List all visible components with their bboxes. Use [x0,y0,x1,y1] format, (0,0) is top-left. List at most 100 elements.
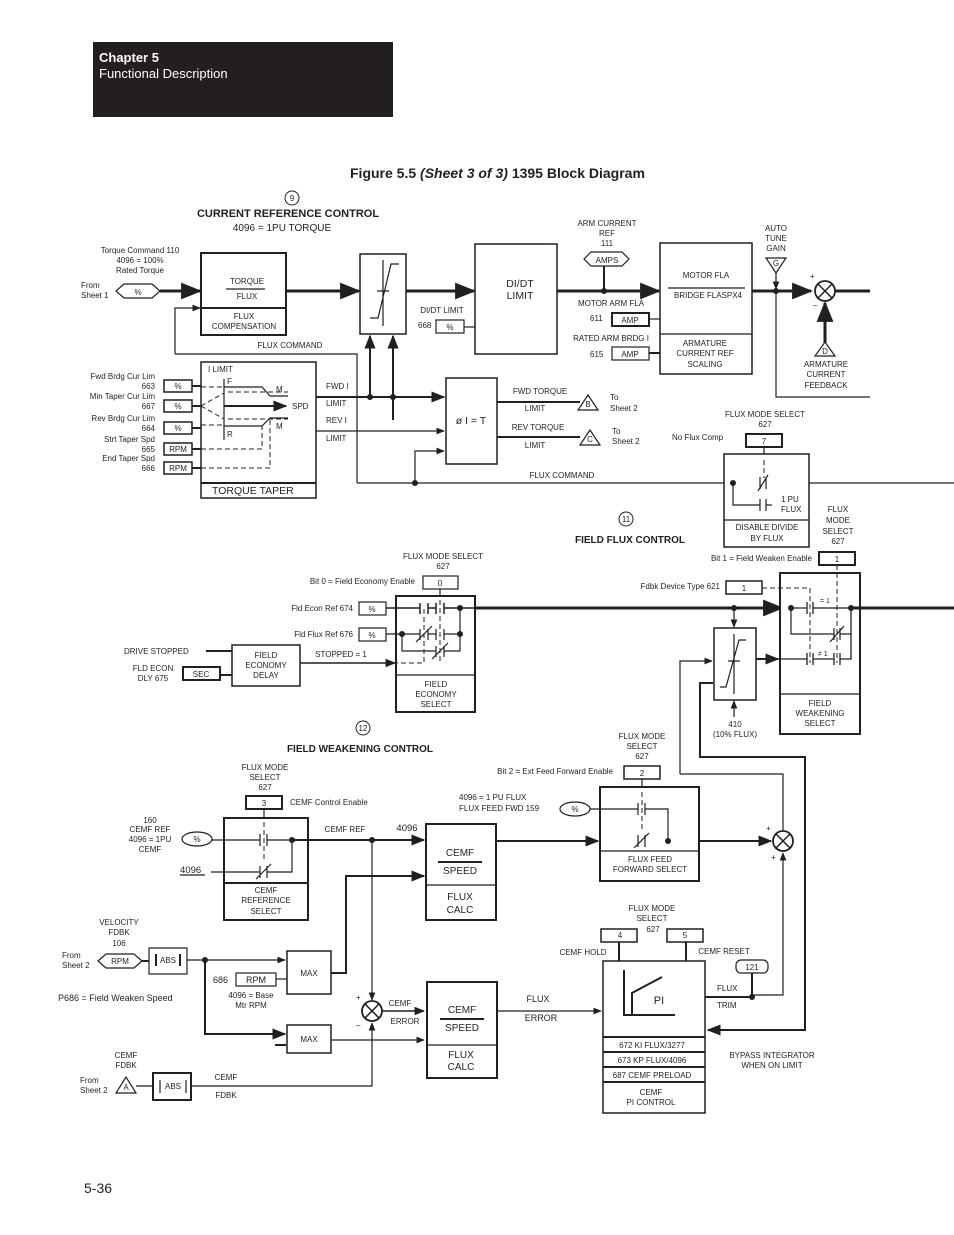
junction [390,394,396,400]
section-number: 11 [622,515,631,524]
sum-minus: – [356,1021,361,1030]
pi-select-param: 627 [646,925,660,934]
pi-param: 673 KP FLUX/4096 [618,1056,687,1065]
taper-input-param: 665 [142,445,156,454]
taper-input-unit: % [174,424,181,433]
taper-input-name: Rev Brdg Cur Lim [91,414,155,423]
flux-calc-label-3: FLUX [448,1050,474,1061]
junction [367,394,373,400]
field-weaken-speed-param: 686 [213,975,228,985]
fdbk-line-label: FDBK [215,1091,237,1100]
cemf-hold-label: CEMF HOLD [559,948,606,957]
scaling-label-3: SCALING [687,360,722,369]
flux-ff-scale: 4096 = 1 PU FLUX [459,793,527,802]
fld-econ-ref-unit: % [368,605,375,614]
cemf-ref-select-label-3: SELECT [250,907,281,916]
rev-i-label: REV I [326,416,347,425]
phi-i-t-label: ø I = T [456,415,487,427]
auto-tune-label-3: GAIN [766,244,786,253]
armature-feedback-label-1: ARMATURE [804,360,848,369]
flux-calc-label-1: FLUX [447,892,473,903]
abs-label: ABS [160,956,176,965]
eq1-label: = 1 [820,598,830,605]
velocity-fdbk-param: 106 [112,939,126,948]
pi-select-label-1: FLUX MODE [629,904,676,913]
rev-torque-label: REV TORQUE [512,423,565,432]
flux-mode-select-param: 627 [436,562,450,571]
bit4-value: 4 [618,931,623,940]
limit-param: 410 [728,720,742,729]
torque-command-rated: Rated Torque [116,266,164,275]
p686-note: P686 = Field Weaken Speed [58,993,173,1003]
fw-select-label-1: FLUX [828,505,849,514]
fdbk-device-type-label: Fdbk Device Type 621 [641,582,721,591]
flux-mode-select-param: 627 [758,420,772,429]
didt-param-number: 668 [418,321,432,330]
field-weaken-speed-unit: RPM [246,975,266,985]
base-rpm-label-2: Mtr RPM [235,1001,267,1010]
cemf-ref-label: CEMF REF [130,825,171,834]
cemf-fdbk-label-1: CEMF [115,1051,138,1060]
bit2-value: 2 [640,769,645,778]
flux-denominator: FLUX [237,292,258,301]
flux-error-label-1: FLUX [526,994,549,1004]
flux-command-label: FLUX COMMAND [258,341,323,350]
max-to-flux-calc [345,870,426,970]
arm-current-ref-param: 111 [601,239,614,248]
to-sheet2-b-2: Sheet 2 [610,404,638,413]
sec-unit: SEC [193,670,210,679]
pi-select-label-2: SELECT [636,914,667,923]
motor-arm-fla-label: MOTOR ARM FLA [578,299,645,308]
stopped-label: STOPPED = 1 [315,650,367,659]
didt-block-label-2: LIMIT [507,290,534,302]
torque-taper-label: TORQUE TAPER [212,485,294,497]
max-label-2: MAX [300,1035,318,1044]
didt-limit-label: DI/DT LIMIT [420,306,464,315]
didt-block-label-1: DI/DT [506,278,534,290]
section-note: 4096 = 1PU TORQUE [233,223,332,234]
fwd-torque-label: FWD TORQUE [513,387,567,396]
bit7-value: 7 [762,437,767,446]
junction [730,480,736,486]
cemf-error-label-2: ERROR [391,1017,420,1026]
taper-input-unit: % [174,382,181,391]
bit3-value: 3 [262,799,267,808]
sum-plus: + [766,824,771,833]
speed-denominator: SPEED [443,866,477,877]
motor-arm-fla-param: 611 [590,314,603,323]
arm-current-ref-unit: AMPS [596,256,619,265]
auto-tune-label-1: AUTO [765,224,787,233]
from-sheet2-label-1: From [62,951,81,960]
from-sheet2-label-4: Sheet 2 [80,1086,108,1095]
pi-control-label-1: CEMF [640,1088,663,1097]
cemf-select-label-1: FLUX MODE [242,763,289,772]
connector-c-letter: C [587,435,593,444]
flux-limiter-block [713,627,757,701]
flux-trim-to-sum [752,852,787,996]
cemf-fdbk-letter: A [123,1083,129,1092]
from-sheet2-label-2: Sheet 2 [62,961,90,970]
rated-arm-brdg-param: 615 [590,350,604,359]
velocity-fdbk-unit: RPM [111,957,129,966]
rev-label: R [227,430,233,439]
taper-input-param: 666 [142,464,156,473]
disable-divide-label-2: BY FLUX [750,534,784,543]
scaling-label-2: CURRENT REF [676,349,733,358]
taper-input-unit: % [174,402,181,411]
taper-input-param: 664 [142,424,156,433]
fld-flux-ref-unit: % [368,631,375,640]
fw-select-label-3: SELECT [822,527,853,536]
block-diagram: 9 CURRENT REFERENCE CONTROL 4096 = 1PU T… [58,190,954,1114]
to-sheet2-c-2: Sheet 2 [612,437,640,446]
arm-current-ref-label: ARM CURRENT [577,219,636,228]
bypass-integrator-label-1: BYPASS INTEGRATOR [729,1051,815,1060]
bit0-description: Bit 0 = Field Economy Enable [310,577,416,586]
fld-econ-dly-label-1: FLD ECON [133,664,174,673]
section-title: FIELD WEAKENING CONTROL [287,744,433,755]
rev-torque-limit-label: LIMIT [525,441,546,450]
section-number: 12 [359,724,368,733]
pi-param: 672 KI FLUX/3277 [619,1041,685,1050]
fwd-label: F [227,377,232,386]
cemf-select-param: 627 [258,783,272,792]
sum-minus: – [813,301,818,310]
